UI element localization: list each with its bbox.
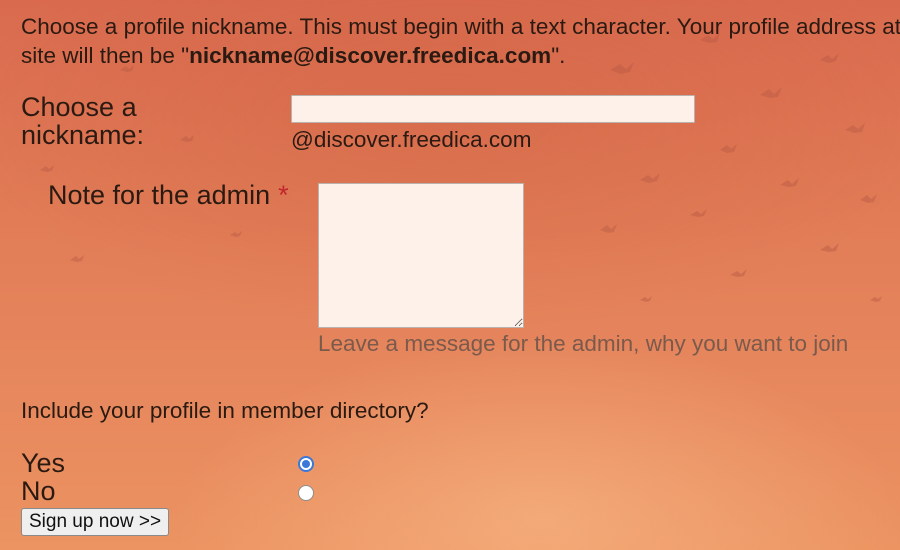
required-asterisk: * <box>278 180 289 210</box>
sign-up-button[interactable]: Sign up now >> <box>21 508 170 536</box>
intro-line-2-suffix: ". <box>551 43 566 68</box>
admin-note-label-text: Note for the admin <box>48 180 271 210</box>
directory-option-yes-label: Yes <box>21 448 66 478</box>
directory-yes-radio[interactable] <box>298 456 314 472</box>
directory-option-no-label: No <box>21 476 56 506</box>
intro-line-1: Choose a profile nickname. This must beg… <box>21 14 900 39</box>
intro-line-2-prefix: site will then be " <box>21 43 190 68</box>
intro-text: Choose a profile nickname. This must beg… <box>21 12 900 70</box>
admin-note-label: Note for the admin * <box>48 179 289 211</box>
nickname-input[interactable] <box>291 95 695 123</box>
nickname-domain-suffix: @discover.freedica.com <box>291 127 532 152</box>
member-directory-question: Include your profile in member directory… <box>21 398 429 423</box>
intro-line-2: site will then be "nickname@discover.fre… <box>21 41 900 70</box>
nickname-label: Choose a nickname: <box>21 92 145 150</box>
profile-address-example: nickname@discover.freedica.com <box>189 43 552 68</box>
directory-no-radio[interactable] <box>298 485 314 501</box>
admin-note-textarea[interactable] <box>318 183 524 328</box>
admin-note-hint: Leave a message for the admin, why you w… <box>318 331 849 356</box>
